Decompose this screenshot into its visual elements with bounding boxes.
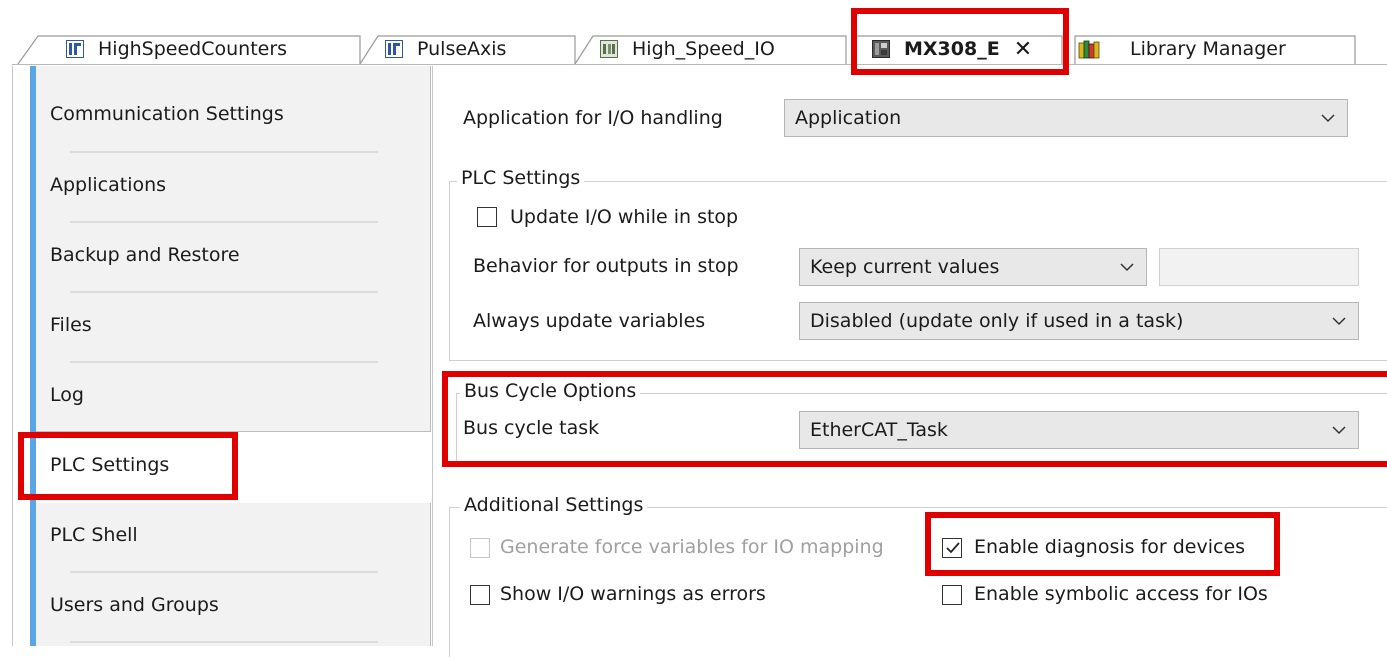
show-warnings-label: Show I/O warnings as errors: [500, 583, 766, 605]
behavior-outputs-label: Behavior for outputs in stop: [473, 255, 739, 277]
tab-pulseaxis[interactable]: PulseAxis: [385, 34, 506, 64]
symbolic-access-label: Enable symbolic access for IOs: [974, 583, 1268, 605]
nav-separator: [70, 221, 378, 223]
nav-accent-strip: [30, 66, 36, 646]
nav-item-log[interactable]: Log: [50, 384, 84, 406]
nav-separator: [70, 641, 378, 643]
nav-item-backup-and-restore[interactable]: Backup and Restore: [50, 244, 240, 266]
library-icon: [1078, 40, 1100, 59]
tab-label: PulseAxis: [417, 38, 507, 60]
update-io-label: Update I/O while in stop: [510, 206, 739, 228]
nav-separator: [70, 151, 378, 153]
chevron-down-icon: [1332, 317, 1346, 326]
plc-settings-group-title: PLC Settings: [457, 167, 585, 189]
highlight-plc-settings-nav: [18, 432, 238, 500]
symbolic-access-checkbox[interactable]: [942, 585, 962, 605]
tab-highspeedcounters[interactable]: HighSpeedCounters: [66, 34, 287, 64]
always-update-dropdown[interactable]: Disabled (update only if used in a task): [799, 302, 1359, 340]
nav-item-communication-settings[interactable]: Communication Settings: [50, 103, 284, 125]
function-block-icon: [385, 40, 403, 58]
highlight-bus-cycle-options: [442, 371, 1387, 467]
always-update-label: Always update variables: [473, 310, 706, 332]
nav-item-users-and-groups[interactable]: Users and Groups: [50, 594, 219, 616]
force-vars-label: Generate force variables for IO mapping: [500, 536, 884, 558]
content-left-border: [432, 66, 433, 646]
update-io-checkbox[interactable]: [477, 207, 497, 227]
tab-library-manager[interactable]: Library Manager: [1078, 34, 1286, 64]
chevron-down-icon: [1120, 263, 1134, 272]
io-module-icon: [600, 40, 618, 58]
tab-label: High_Speed_IO: [632, 38, 775, 60]
always-update-value: Disabled (update only if used in a task): [810, 310, 1184, 332]
nav-item-files[interactable]: Files: [50, 314, 92, 336]
nav-separator: [70, 571, 378, 573]
io-app-label: Application for I/O handling: [463, 107, 723, 129]
nav-left-border: [12, 66, 13, 646]
nav-item-applications[interactable]: Applications: [50, 174, 166, 196]
additional-settings-group-title: Additional Settings: [460, 494, 648, 516]
nav-item-plc-shell[interactable]: PLC Shell: [50, 524, 138, 546]
io-app-value: Application: [795, 107, 902, 129]
nav-separator: [70, 361, 378, 363]
tab-label: HighSpeedCounters: [98, 38, 288, 60]
highlight-enable-diagnosis: [925, 512, 1280, 576]
behavior-outputs-dropdown[interactable]: Keep current values: [799, 248, 1147, 286]
force-vars-checkbox[interactable]: [470, 538, 490, 558]
highlight-active-tab: [851, 8, 1069, 75]
chevron-down-icon: [1321, 114, 1335, 123]
show-warnings-checkbox[interactable]: [470, 585, 490, 605]
function-block-icon: [66, 40, 84, 58]
nav-separator: [70, 291, 378, 293]
behavior-outputs-value: Keep current values: [810, 256, 1000, 278]
io-app-dropdown[interactable]: Application: [784, 99, 1348, 137]
tab-high-speed-io[interactable]: High_Speed_IO: [600, 34, 775, 64]
behavior-extra-field: [1159, 248, 1359, 286]
tab-label: Library Manager: [1130, 38, 1286, 60]
